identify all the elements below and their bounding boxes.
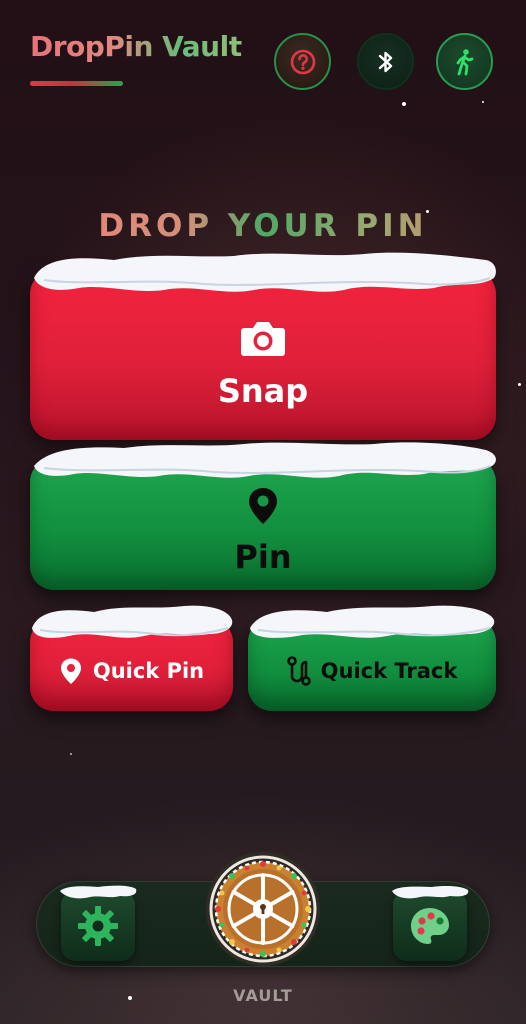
bluetooth-icon [378, 51, 392, 72]
title-underline [30, 81, 123, 86]
star [518, 383, 521, 386]
location-pin-icon [60, 658, 81, 684]
snap-label: Snap [217, 372, 309, 410]
snow-cap [34, 442, 496, 478]
camera-icon [241, 322, 285, 356]
star [402, 102, 406, 106]
vault-button[interactable] [206, 852, 320, 966]
section-title: DROP YOUR PIN [0, 208, 526, 244]
settings-button[interactable] [60, 885, 137, 961]
vault-label: VAULT [233, 986, 293, 1005]
palette-button[interactable] [392, 886, 469, 961]
snow-cap [250, 605, 495, 638]
vault-wheel-icon [209, 855, 317, 963]
pin-label: Pin [234, 538, 292, 576]
quick-track-button[interactable]: Quick Track [248, 605, 496, 711]
bluetooth-button[interactable] [357, 33, 414, 90]
map-pin-icon [249, 488, 277, 524]
app-title: DropPin Vault [30, 30, 242, 63]
question-circle-icon [290, 49, 315, 74]
gear-icon [78, 906, 118, 946]
palette-icon [411, 908, 449, 944]
star [482, 101, 484, 103]
snow-cap [32, 605, 233, 638]
quick-pin-label: Quick Pin [92, 658, 205, 683]
snap-button[interactable]: Snap [30, 252, 496, 440]
snow-cap [34, 252, 496, 292]
route-icon [286, 655, 311, 686]
star [70, 753, 72, 755]
quick-track-label: Quick Track [320, 658, 458, 683]
walk-mode-button[interactable] [436, 33, 493, 90]
quick-pin-button[interactable]: Quick Pin [30, 605, 233, 711]
pin-button[interactable]: Pin [30, 442, 496, 590]
walking-person-icon [456, 48, 473, 75]
snow-cap [392, 886, 469, 899]
help-button[interactable] [274, 33, 331, 90]
snow-cap [60, 885, 137, 899]
